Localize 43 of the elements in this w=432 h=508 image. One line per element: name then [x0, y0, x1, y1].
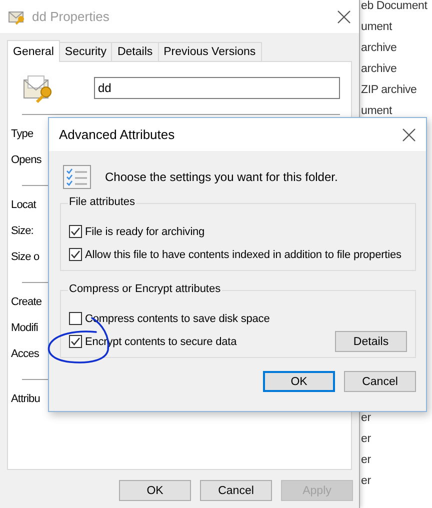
checkbox[interactable]: [69, 335, 82, 348]
tab[interactable]: Previous Versions: [158, 42, 262, 61]
file-type-text: archive: [361, 62, 397, 77]
property-label: Size o: [11, 250, 40, 265]
file-type-text: ument: [361, 20, 392, 35]
file-type-text: ument: [361, 104, 392, 119]
close-icon[interactable]: [402, 128, 416, 142]
checkbox-label: File is ready for archiving: [85, 226, 205, 238]
property-label: Opens: [11, 153, 42, 168]
dialog-button[interactable]: OK: [119, 480, 191, 501]
property-label: Size:: [11, 224, 34, 239]
checkbox[interactable]: [69, 312, 82, 325]
group-title: Compress or Encrypt attributes: [68, 283, 222, 295]
file-type-text: er: [361, 432, 371, 447]
property-label: Create: [11, 295, 42, 310]
property-label: Acces: [11, 347, 39, 362]
checkbox-label: Compress contents to save disk space: [85, 312, 270, 324]
dialog-button[interactable]: OK: [263, 371, 335, 392]
dialog-button[interactable]: Cancel: [344, 371, 416, 392]
checklist-icon: [63, 165, 91, 189]
property-label: Locat: [11, 198, 36, 213]
dialog-button[interactable]: Cancel: [200, 480, 272, 501]
tab[interactable]: General: [7, 40, 60, 62]
name-field[interactable]: dd: [94, 77, 340, 99]
dialog-title: Advanced Attributes: [59, 127, 175, 142]
checkbox-label: Allow this file to have contents indexed in addition to file properties: [85, 248, 402, 260]
window-title: dd Properties: [32, 9, 110, 24]
details-button[interactable]: Details: [335, 331, 407, 352]
checkbox[interactable]: [69, 225, 82, 238]
file-type-text: er: [361, 474, 371, 489]
file-type-text: ZIP archive: [361, 83, 417, 98]
dialog-description: Choose the settings you want for this folder.: [105, 170, 338, 184]
property-label: Type: [11, 127, 34, 142]
property-label: Modifi: [11, 321, 38, 336]
close-icon[interactable]: [337, 10, 351, 24]
file-type-text: archive: [361, 41, 397, 56]
checkbox[interactable]: [69, 248, 82, 261]
file-type-text: er: [361, 453, 371, 468]
property-label: Attribu: [11, 392, 40, 407]
file-type-text: er: [361, 411, 371, 426]
group-title: File attributes: [68, 196, 136, 208]
file-type-text: eb Document: [361, 0, 428, 14]
envelope-key-icon: [8, 8, 26, 24]
